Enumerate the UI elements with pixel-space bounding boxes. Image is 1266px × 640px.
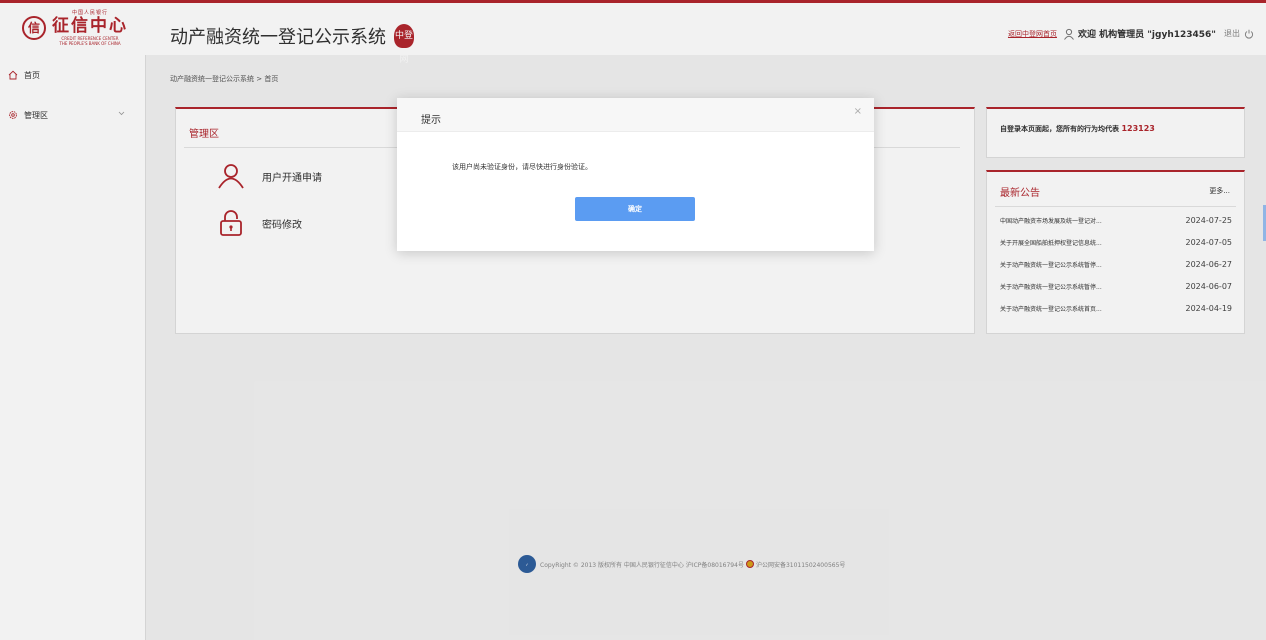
dialog-header: 提示 ×: [397, 98, 874, 132]
modal-overlay: [0, 0, 1266, 640]
dialog-message: 该用户尚未验证身份，请尽快进行身份验证。: [452, 163, 592, 171]
close-icon[interactable]: ×: [854, 106, 862, 117]
prompt-dialog: 提示 × 该用户尚未验证身份，请尽快进行身份验证。 确定: [397, 98, 874, 251]
dialog-title: 提示: [421, 115, 441, 126]
confirm-button[interactable]: 确定: [575, 197, 695, 221]
